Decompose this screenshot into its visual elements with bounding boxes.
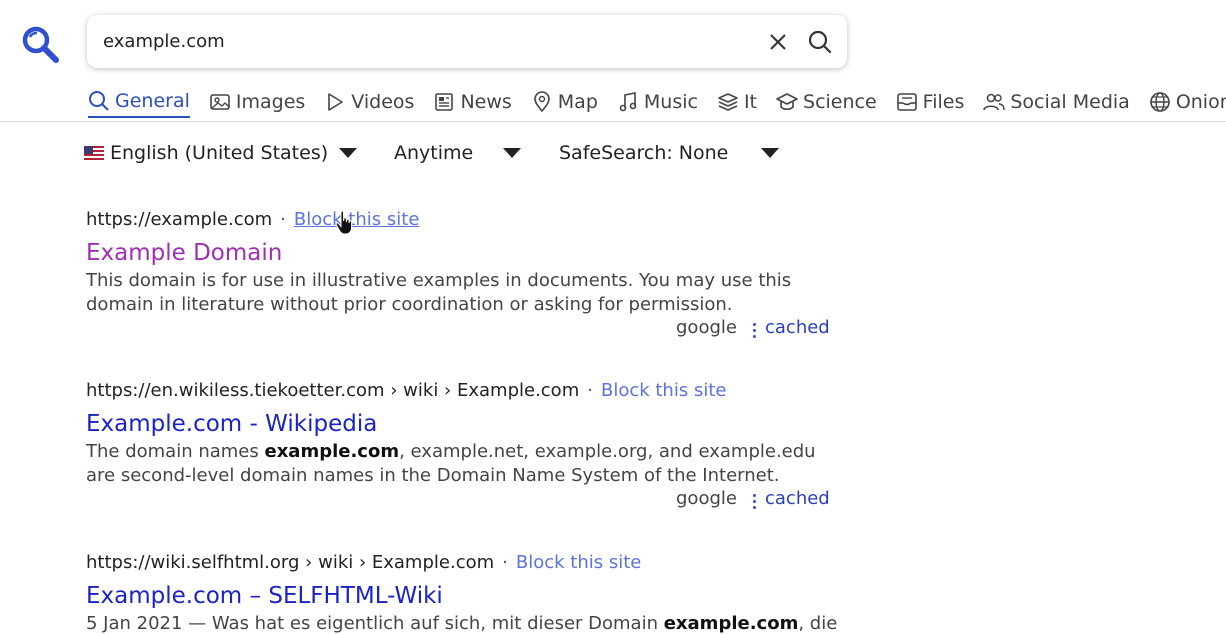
chevron-down-icon[interactable] — [339, 148, 357, 158]
result-meta: google cached — [86, 317, 846, 343]
tab-music[interactable]: Music — [617, 86, 698, 118]
snippet-text: The domain names — [86, 441, 265, 462]
tab-videos[interactable]: Videos — [324, 86, 414, 118]
result-breadcrumb: › wiki › Example.com — [390, 380, 580, 401]
tab-general[interactable]: General — [88, 86, 190, 118]
more-options-icon[interactable] — [752, 323, 758, 341]
tab-label: Onions — [1175, 91, 1226, 113]
search-result: https://example.com · Block this site Exam… — [86, 207, 846, 343]
separator-dot: · — [502, 552, 508, 573]
engine-label: google — [676, 488, 737, 509]
tab-label: General — [115, 90, 190, 112]
users-icon — [983, 93, 1006, 111]
snippet-highlight: example.com — [264, 441, 400, 462]
tab-news[interactable]: News — [433, 86, 512, 118]
hand-cursor-icon — [335, 210, 353, 235]
inbox-icon — [896, 93, 917, 111]
tab-label: News — [460, 91, 512, 113]
image-icon — [210, 94, 230, 110]
language-select[interactable]: English (United States) — [84, 139, 369, 167]
language-value: English (United States) — [110, 142, 329, 164]
result-breadcrumb: › wiki › Example.com — [305, 552, 495, 573]
result-url[interactable]: https://wiki.selfhtml.org — [86, 552, 299, 573]
search-result: https://en.wikiless.tiekoetter.com › wik… — [86, 378, 846, 514]
search-icon — [89, 91, 109, 111]
search-box — [87, 15, 847, 68]
result-title-link[interactable]: Example Domain — [86, 237, 846, 269]
more-options-icon[interactable] — [752, 494, 758, 512]
tab-divider — [0, 121, 1226, 122]
result-meta: google cached — [86, 488, 846, 514]
search-input[interactable] — [103, 25, 743, 58]
tab-map[interactable]: Map — [531, 86, 598, 118]
close-icon[interactable] — [767, 31, 789, 53]
result-title-link[interactable]: Example.com – SELFHTML-Wiki — [86, 580, 846, 612]
result-url-line: https://en.wikiless.tiekoetter.com › wik… — [86, 378, 846, 404]
newspaper-icon — [435, 93, 454, 111]
chevron-down-icon[interactable] — [503, 148, 521, 158]
tab-label: Social Media — [1010, 91, 1130, 113]
tab-label: Map — [557, 91, 598, 113]
result-title-link[interactable]: Example.com - Wikipedia — [86, 408, 846, 440]
graduation-cap-icon — [776, 93, 798, 111]
tab-label: It — [743, 91, 758, 113]
time-range-value: Anytime — [394, 142, 474, 164]
globe-icon — [1150, 92, 1170, 112]
block-site-link[interactable]: Block this site — [294, 209, 419, 230]
snippet-text: 5 Jan 2021 — Was hat es eigentlich auf s… — [86, 613, 664, 634]
result-url[interactable]: https://example.com — [86, 209, 272, 230]
separator-dot: · — [587, 380, 593, 401]
tab-label: Files — [922, 91, 965, 113]
safesearch-value: SafeSearch: None — [559, 142, 729, 164]
tab-images[interactable]: Images — [209, 86, 305, 118]
block-site-link[interactable]: Block this site — [601, 380, 726, 401]
safesearch-select[interactable]: SafeSearch: None — [559, 139, 779, 167]
result-url[interactable]: https://en.wikiless.tiekoetter.com — [86, 380, 385, 401]
cached-link[interactable]: cached — [765, 488, 830, 509]
us-flag-icon — [84, 146, 104, 160]
category-tabs: General Images Videos News Map Music It … — [88, 86, 1226, 122]
map-pin-icon — [533, 91, 550, 113]
tab-onions[interactable]: Onions — [1149, 86, 1226, 118]
search-result: https://wiki.selfhtml.org › wiki › Examp… — [86, 550, 846, 634]
tab-it[interactable]: It — [717, 86, 757, 118]
tab-label: Science — [803, 91, 877, 113]
tab-label: Videos — [351, 91, 415, 113]
search-icon[interactable] — [807, 29, 833, 55]
separator-dot: · — [280, 209, 286, 230]
magnifier-logo-icon[interactable] — [20, 24, 60, 64]
chevron-down-icon[interactable] — [761, 148, 779, 158]
result-snippet: The domain names example.com, example.ne… — [86, 440, 846, 488]
tab-label: Images — [235, 91, 306, 113]
block-site-link[interactable]: Block this site — [516, 552, 641, 573]
result-url-line: https://example.com · Block this site — [86, 207, 846, 233]
tab-social-media[interactable]: Social Media — [983, 86, 1130, 118]
result-snippet: This domain is for use in illustrative e… — [86, 270, 792, 315]
tab-files[interactable]: Files — [896, 86, 965, 118]
play-icon — [328, 93, 344, 111]
snippet-highlight: example.com — [663, 613, 799, 634]
layers-icon — [718, 93, 738, 111]
tab-label: Music — [643, 91, 698, 113]
cached-link[interactable]: cached — [765, 317, 830, 338]
music-note-icon — [619, 92, 637, 112]
result-url-line: https://wiki.selfhtml.org › wiki › Examp… — [86, 550, 846, 576]
engine-label: google — [676, 317, 737, 338]
result-snippet: 5 Jan 2021 — Was hat es eigentlich auf s… — [86, 612, 846, 634]
snippet-text: , die — [798, 613, 838, 634]
tab-science[interactable]: Science — [776, 86, 877, 118]
